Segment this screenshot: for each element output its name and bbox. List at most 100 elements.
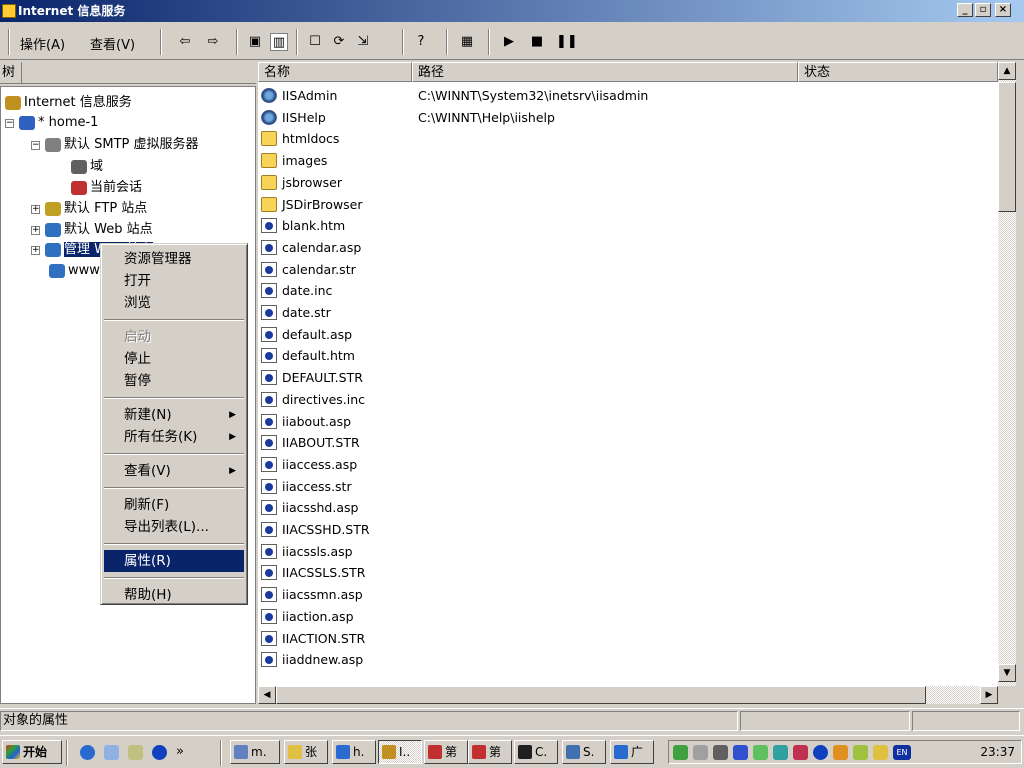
- list-row[interactable]: JSDirBrowser: [258, 194, 978, 216]
- tree-node[interactable]: Internet 信息服务: [5, 93, 132, 113]
- minimize-button[interactable]: _: [957, 3, 973, 17]
- tree-node[interactable]: 当前会话: [71, 178, 142, 198]
- menu-view[interactable]: 查看(V): [90, 34, 135, 53]
- network-icon[interactable]: [713, 745, 728, 760]
- maximize-button[interactable]: ▫: [975, 3, 991, 17]
- list-row[interactable]: iiacssmn.asp: [258, 584, 978, 606]
- outlook-icon[interactable]: [104, 745, 119, 760]
- list-row[interactable]: IISAdmin C:\WINNT\System32\inetsrv\iisadm…: [258, 85, 978, 107]
- context-menu-item[interactable]: 新建(N) ▶: [104, 404, 244, 426]
- scroll-right-button[interactable]: ▶: [980, 686, 998, 704]
- list-row[interactable]: IISHelp C:\WINNT\Help\iishelp: [258, 107, 978, 129]
- task-button[interactable]: m.: [230, 740, 280, 764]
- stop-icon[interactable]: ■: [528, 33, 546, 51]
- horizontal-scrollbar[interactable]: ◀ ▶: [258, 686, 998, 704]
- list-row[interactable]: calendar.str: [258, 259, 978, 281]
- scroll-up-button[interactable]: ▲: [998, 62, 1016, 80]
- expand-icon[interactable]: +: [31, 226, 40, 235]
- collapse-icon[interactable]: −: [31, 141, 40, 150]
- context-menu-item[interactable]: 属性(R): [104, 550, 244, 572]
- tree-node[interactable]: 默认 FTP 站点: [45, 199, 147, 219]
- tree-node[interactable]: www: [49, 261, 100, 281]
- up-folder-icon[interactable]: ▣: [246, 33, 264, 51]
- expand-icon[interactable]: +: [31, 205, 40, 214]
- list-row[interactable]: iiacsshd.asp: [258, 497, 978, 519]
- list-row[interactable]: iiaction.asp: [258, 606, 978, 628]
- task-button[interactable]: 第: [468, 740, 512, 764]
- media-icon[interactable]: [152, 745, 167, 760]
- task-button[interactable]: I..: [378, 740, 422, 764]
- context-menu-item[interactable]: 资源管理器: [104, 248, 244, 270]
- task-button[interactable]: C.: [514, 740, 558, 764]
- list-row[interactable]: default.htm: [258, 345, 978, 367]
- play-icon[interactable]: ▶: [500, 33, 518, 51]
- expand-icon[interactable]: +: [31, 246, 40, 255]
- vertical-scrollbar[interactable]: ▲ ▼: [998, 62, 1016, 686]
- back-icon[interactable]: ⇦: [176, 33, 194, 51]
- tray-leaf-icon[interactable]: [853, 745, 868, 760]
- computer-icon[interactable]: ▦: [458, 33, 476, 51]
- list-row[interactable]: htmldocs: [258, 128, 978, 150]
- ie-icon[interactable]: [80, 745, 95, 760]
- task-button[interactable]: 广: [610, 740, 654, 764]
- context-menu-item[interactable]: 停止: [104, 348, 244, 370]
- title-bar[interactable]: Internet 信息服务 _ ▫ ×: [0, 0, 1024, 22]
- list-row[interactable]: IIACSSLS.STR: [258, 562, 978, 584]
- tree-node[interactable]: 默认 Web 站点: [45, 220, 153, 240]
- task-button[interactable]: h.: [332, 740, 376, 764]
- export-icon[interactable]: ⇲: [354, 33, 372, 51]
- scroll-left-button[interactable]: ◀: [258, 686, 276, 704]
- list-row[interactable]: date.inc: [258, 280, 978, 302]
- close-button[interactable]: ×: [995, 3, 1011, 17]
- start-button[interactable]: 开始: [2, 740, 62, 764]
- tree-node[interactable]: 域: [71, 157, 103, 177]
- list-row[interactable]: DEFAULT.STR: [258, 367, 978, 389]
- ime-indicator[interactable]: EN: [893, 745, 911, 760]
- list-row[interactable]: iiaccess.asp: [258, 454, 978, 476]
- context-menu-item[interactable]: 浏览: [104, 292, 244, 314]
- context-menu-item[interactable]: 查看(V) ▶: [104, 460, 244, 482]
- tray-monitor-icon[interactable]: [733, 745, 748, 760]
- tray-lock-icon[interactable]: [873, 745, 888, 760]
- list-pane[interactable]: IISAdmin C:\WINNT\System32\inetsrv\iisadm…: [258, 82, 998, 686]
- properties-icon[interactable]: ☐: [306, 33, 324, 51]
- horizontal-scroll-thumb[interactable]: [276, 686, 926, 704]
- column-header-name[interactable]: 名称: [258, 62, 412, 82]
- tray-chat-icon[interactable]: [773, 745, 788, 760]
- list-row[interactable]: calendar.asp: [258, 237, 978, 259]
- list-row[interactable]: iiabout.asp: [258, 411, 978, 433]
- quicklaunch-chevron[interactable]: »: [176, 744, 184, 759]
- show-tree-icon[interactable]: ▥: [270, 33, 288, 51]
- list-row[interactable]: IIACTION.STR: [258, 628, 978, 650]
- task-button[interactable]: 张: [284, 740, 328, 764]
- context-menu-item[interactable]: 导出列表(L)...: [104, 516, 244, 538]
- tray-tool-icon[interactable]: [753, 745, 768, 760]
- context-menu-item[interactable]: 所有任务(K) ▶: [104, 426, 244, 448]
- task-button[interactable]: 第: [424, 740, 468, 764]
- volume-icon[interactable]: [693, 745, 708, 760]
- forward-icon[interactable]: ⇨: [204, 33, 222, 51]
- menu-action[interactable]: 操作(A): [20, 34, 65, 53]
- list-row[interactable]: default.asp: [258, 324, 978, 346]
- context-menu-item[interactable]: 打开: [104, 270, 244, 292]
- list-row[interactable]: jsbrowser: [258, 172, 978, 194]
- tray-app-icon[interactable]: [673, 745, 688, 760]
- clock[interactable]: 23:37: [980, 741, 1015, 763]
- tree-node[interactable]: * home-1: [19, 113, 98, 133]
- list-row[interactable]: blank.htm: [258, 215, 978, 237]
- list-row[interactable]: date.str: [258, 302, 978, 324]
- tray-flower-icon[interactable]: [833, 745, 848, 760]
- column-header-status[interactable]: 状态: [798, 62, 998, 82]
- context-menu-item[interactable]: 刷新(F): [104, 494, 244, 516]
- list-row[interactable]: iiaccess.str: [258, 476, 978, 498]
- desktop-icon[interactable]: [128, 745, 143, 760]
- list-row[interactable]: images: [258, 150, 978, 172]
- tree-node[interactable]: 默认 SMTP 虚拟服务器: [45, 135, 199, 155]
- task-button[interactable]: S.: [562, 740, 606, 764]
- antivirus-icon[interactable]: [793, 745, 808, 760]
- context-menu-item[interactable]: 暂停: [104, 370, 244, 392]
- help-icon[interactable]: ?: [412, 33, 430, 51]
- list-row[interactable]: IIACSSHD.STR: [258, 519, 978, 541]
- list-row[interactable]: iiacssls.asp: [258, 541, 978, 563]
- list-row[interactable]: iiaddnew.asp: [258, 649, 978, 671]
